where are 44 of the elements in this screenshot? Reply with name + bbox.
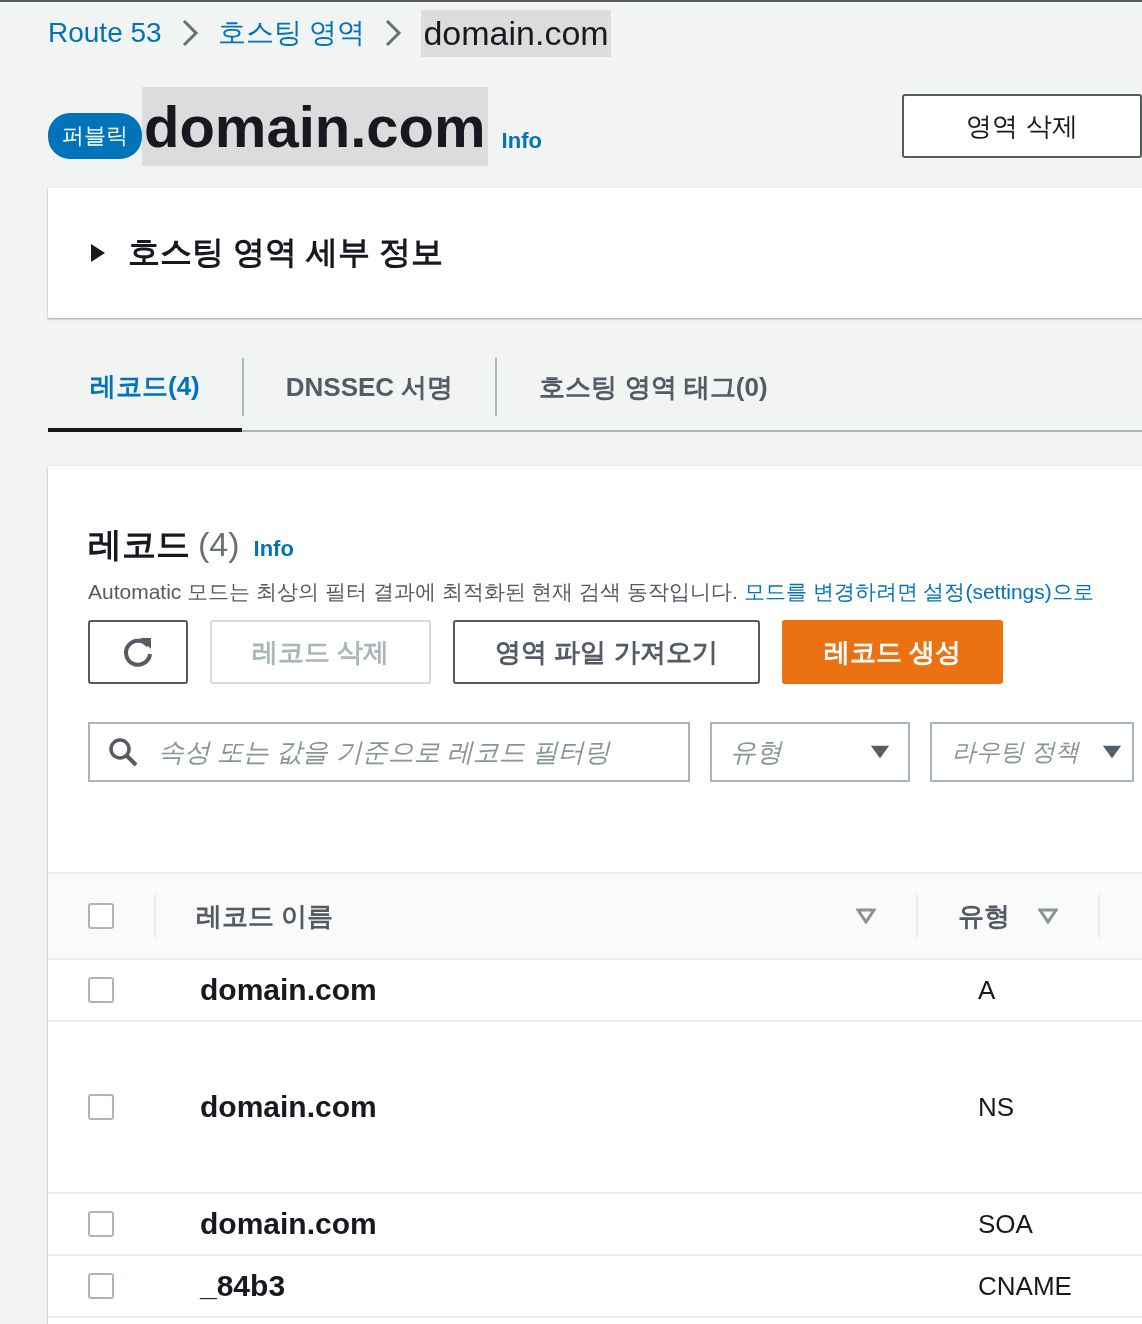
- checkbox[interactable]: [88, 977, 114, 1003]
- records-count: (4): [198, 525, 240, 564]
- sort-icon[interactable]: [856, 908, 876, 924]
- records-title: 레코드: [88, 524, 190, 565]
- tab[interactable]: DNSSEC 서명: [243, 344, 496, 430]
- public-badge: 퍼블릭: [48, 113, 142, 159]
- caret-icon: [1102, 744, 1122, 760]
- settings-link[interactable]: 모드를 변경하려면 설정(settings)으로: [743, 580, 1094, 603]
- table-cell: CNAME: [978, 1270, 1072, 1301]
- column-header: 유형: [958, 899, 1010, 933]
- refresh-button[interactable]: [88, 620, 188, 684]
- create-record-button[interactable]: 레코드 생성: [781, 620, 1003, 684]
- table-cell: domain.com: [200, 1090, 377, 1123]
- action-button[interactable]: 영역 파일 가져오기: [453, 620, 760, 684]
- checkbox[interactable]: [88, 1094, 114, 1120]
- column-header: 레코드 이름: [196, 899, 334, 933]
- checkbox[interactable]: [88, 903, 114, 929]
- chevron-icon: [383, 18, 404, 48]
- table-cell: _84b3: [200, 1269, 286, 1302]
- table-cell: A: [978, 974, 996, 1005]
- table-cell: domain.com: [200, 973, 377, 1006]
- details-panel[interactable]: 호스팅 영역 세부 정보: [48, 188, 1142, 318]
- breadcrumb-link[interactable]: Route 53: [48, 17, 162, 49]
- page-title: domain.com: [142, 86, 488, 166]
- section-title: 호스팅 영역 세부 정보: [128, 233, 443, 272]
- filter-dropdown[interactable]: 라우팅 정책: [930, 722, 1134, 782]
- delete-zone-button[interactable]: 영역 삭제: [902, 94, 1142, 158]
- checkbox[interactable]: [88, 1211, 114, 1237]
- table-cell: NS: [978, 1091, 1015, 1122]
- filter-dropdown[interactable]: 유형: [710, 722, 910, 782]
- search-field[interactable]: 속성 또는 값을 기준으로 레코드 필터링: [88, 722, 690, 782]
- info-link[interactable]: Info: [253, 536, 294, 562]
- description-text: Automatic 모드는 최상의 필터 결과에 최적화된 현재 검색 동작입니다.: [88, 580, 738, 603]
- tab[interactable]: 호스팅 영역 태그(0): [497, 344, 810, 430]
- table-cell: SOA: [978, 1208, 1033, 1239]
- caret-icon: [870, 744, 890, 760]
- info-link[interactable]: Info: [501, 128, 542, 154]
- table-cell: domain.com: [200, 1207, 377, 1240]
- expand-icon: [90, 244, 106, 262]
- checkbox[interactable]: [88, 1273, 114, 1299]
- search-icon: [108, 737, 138, 767]
- breadcrumb-link[interactable]: 호스팅 영역: [217, 14, 366, 52]
- breadcrumb-current: domain.com: [421, 9, 611, 57]
- sort-icon[interactable]: [1038, 908, 1058, 924]
